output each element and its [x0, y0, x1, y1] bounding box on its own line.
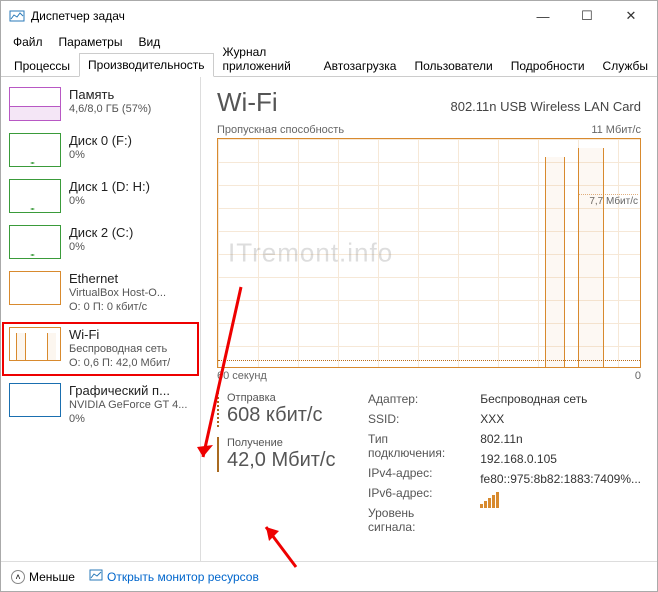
sidebar-item-sub2: О: 0 П: 0 кбит/с [69, 301, 166, 315]
sidebar-item-gpu[interactable]: Графический п... NVIDIA GeForce GT 4... … [1, 377, 200, 433]
detail-value: Беспроводная сеть [480, 392, 641, 406]
detail-value: 192.168.0.105 [480, 452, 641, 466]
detail-value: fe80::975:8b82:1883:7409%... [480, 472, 641, 486]
open-resmon-link[interactable]: Открыть монитор ресурсов [89, 568, 259, 585]
tab-users[interactable]: Пользователи [405, 54, 501, 77]
chart-xlabel: 60 секунд [217, 370, 267, 382]
wifi-thumb-icon [9, 327, 61, 361]
resmon-label: Открыть монитор ресурсов [107, 570, 259, 584]
disk-thumb-icon [9, 225, 61, 259]
tab-services[interactable]: Службы [594, 54, 657, 77]
sidebar-item-sub: 0% [69, 241, 133, 255]
footer: ˄ Меньше Открыть монитор ресурсов [1, 561, 657, 591]
recv-value: 42,0 Мбит/с [227, 449, 344, 472]
ethernet-thumb-icon [9, 271, 61, 305]
sidebar-item-sub2: О: 0,6 П: 42,0 Мбит/ [69, 357, 170, 371]
tab-details[interactable]: Подробности [502, 54, 594, 77]
sidebar-item-ethernet[interactable]: Ethernet VirtualBox Host-O... О: 0 П: 0 … [1, 265, 200, 321]
sidebar[interactable]: Память 4,6/8,0 ГБ (57%) Диск 0 (F:) 0% Д… [1, 77, 201, 561]
send-stat: Отправка 608 кбит/с [217, 392, 344, 427]
window-title: Диспетчер задач [31, 9, 521, 23]
tab-startup[interactable]: Автозагрузка [315, 54, 406, 77]
sidebar-item-label: Диск 2 (C:) [69, 225, 133, 241]
titlebar: Диспетчер задач — ☐ ✕ [1, 1, 657, 31]
sidebar-item-sub: VirtualBox Host-O... [69, 287, 166, 301]
recv-label: Получение [227, 437, 344, 449]
chart-ymax: 11 Мбит/с [591, 124, 641, 136]
menu-view[interactable]: Вид [130, 33, 168, 51]
sidebar-item-label: Wi-Fi [69, 327, 170, 343]
tabs: Процессы Производительность Журнал прило… [1, 53, 657, 77]
detail-key: Адаптер: [368, 392, 462, 406]
main-panel: Wi-Fi 802.11n USB Wireless LAN Card Проп… [201, 77, 657, 561]
menu-file[interactable]: Файл [5, 33, 51, 51]
sidebar-item-sub: 0% [69, 195, 150, 209]
resmon-icon [89, 568, 103, 585]
sidebar-item-sub: Беспроводная сеть [69, 343, 170, 357]
page-title: Wi-Fi [217, 87, 278, 118]
menu-options[interactable]: Параметры [51, 33, 131, 51]
detail-key: IPv4-адрес: [368, 466, 462, 480]
send-label: Отправка [227, 392, 344, 404]
signal-bars-icon [480, 492, 641, 511]
detail-key: Уровень сигнала: [368, 506, 462, 534]
sidebar-item-label: Диск 0 (F:) [69, 133, 132, 149]
send-value: 608 кбит/с [227, 404, 344, 427]
sidebar-item-disk0[interactable]: Диск 0 (F:) 0% [1, 127, 200, 173]
detail-key: SSID: [368, 412, 462, 426]
gpu-thumb-icon [9, 383, 61, 417]
content: Память 4,6/8,0 ГБ (57%) Диск 0 (F:) 0% Д… [1, 77, 657, 561]
maximize-button[interactable]: ☐ [565, 2, 609, 30]
disk-thumb-icon [9, 133, 61, 167]
app-icon [9, 8, 25, 24]
watermark: ITremont.info [228, 238, 393, 269]
chart-zero: 0 [635, 370, 641, 382]
sidebar-item-sub: NVIDIA GeForce GT 4... [69, 399, 187, 413]
detail-value: XXX [480, 412, 641, 426]
sidebar-item-label: Диск 1 (D: H:) [69, 179, 150, 195]
adapter-name: 802.11n USB Wireless LAN Card [450, 99, 641, 114]
detail-key: IPv6-адрес: [368, 486, 462, 500]
sidebar-item-sub: 0% [69, 149, 132, 163]
fewer-details-button[interactable]: ˄ Меньше [11, 570, 75, 584]
sidebar-item-label: Графический п... [69, 383, 187, 399]
throughput-chart: ITremont.info 7,7 Мбит/с [217, 138, 641, 368]
sidebar-item-label: Ethernet [69, 271, 166, 287]
memory-thumb-icon [9, 87, 61, 121]
menubar: Файл Параметры Вид [1, 31, 657, 53]
chevron-up-icon: ˄ [11, 570, 25, 584]
fewer-label: Меньше [29, 570, 75, 584]
sidebar-item-disk2[interactable]: Диск 2 (C:) 0% [1, 219, 200, 265]
close-button[interactable]: ✕ [609, 2, 653, 30]
task-manager-window: Диспетчер задач — ☐ ✕ Файл Параметры Вид… [0, 0, 658, 592]
sidebar-item-sub2: 0% [69, 413, 187, 427]
disk-thumb-icon [9, 179, 61, 213]
detail-value: 802.11n [480, 432, 641, 446]
tab-performance[interactable]: Производительность [79, 53, 213, 77]
sidebar-item-disk1[interactable]: Диск 1 (D: H:) 0% [1, 173, 200, 219]
recv-stat: Получение 42,0 Мбит/с [217, 437, 344, 472]
sidebar-item-memory[interactable]: Память 4,6/8,0 ГБ (57%) [1, 81, 200, 127]
sidebar-item-label: Память [69, 87, 151, 103]
minimize-button[interactable]: — [521, 2, 565, 30]
chart-ylabel: Пропускная способность [217, 124, 344, 136]
tab-apphistory[interactable]: Журнал приложений [214, 40, 315, 77]
sidebar-item-wifi[interactable]: Wi-Fi Беспроводная сеть О: 0,6 П: 42,0 М… [1, 321, 200, 377]
sidebar-item-sub: 4,6/8,0 ГБ (57%) [69, 103, 151, 117]
tab-processes[interactable]: Процессы [5, 54, 79, 77]
detail-key: Тип подключения: [368, 432, 462, 460]
